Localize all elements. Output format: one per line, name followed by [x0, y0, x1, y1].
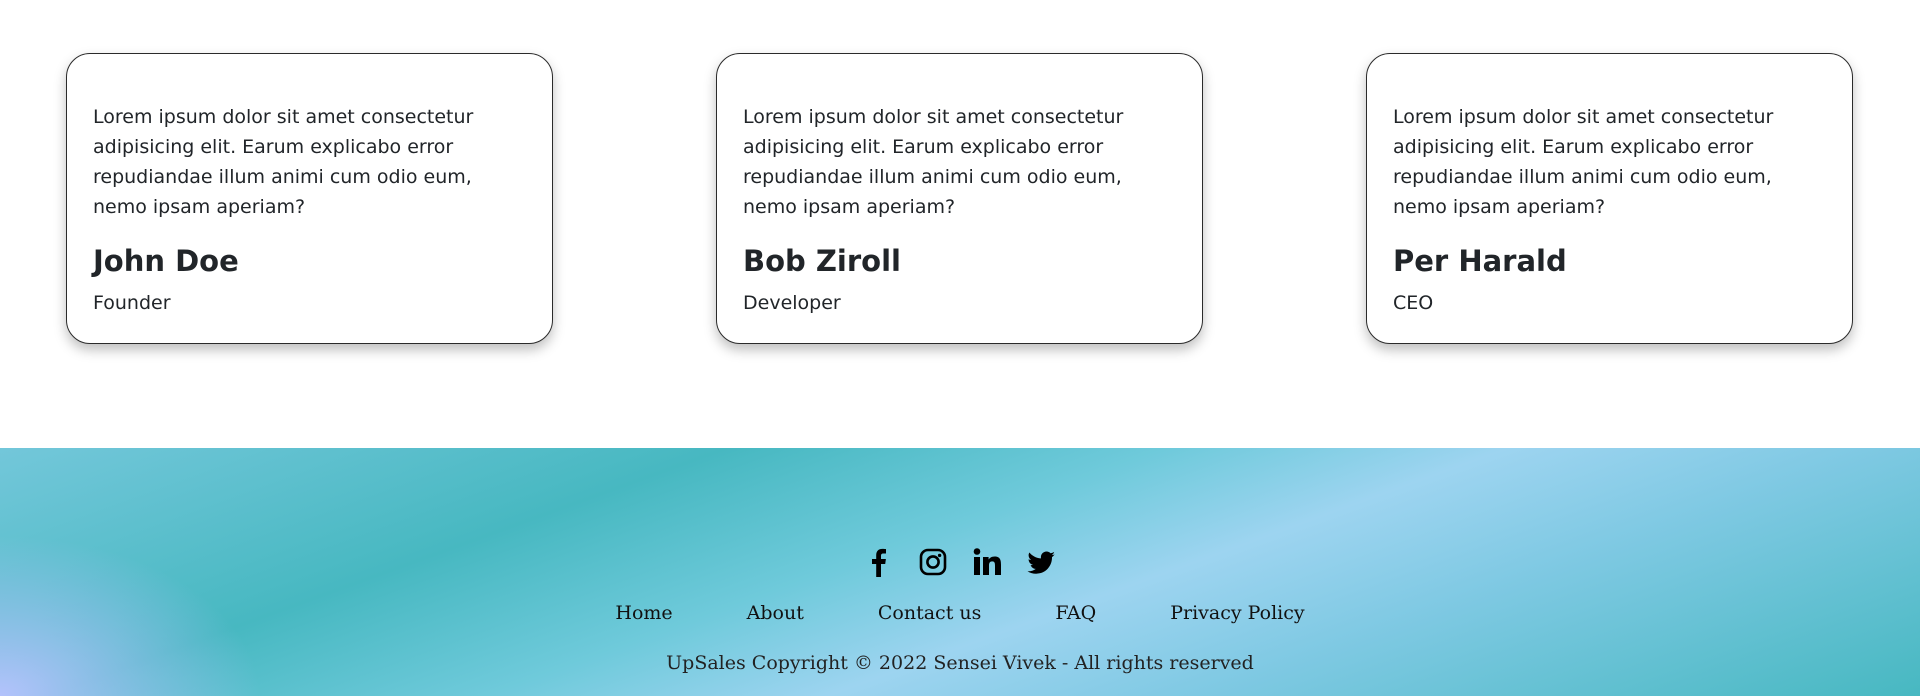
testimonial-card: Lorem ipsum dolor sit amet consectetur a…: [1366, 53, 1853, 344]
testimonial-role: Founder: [93, 292, 171, 314]
testimonial-card: Lorem ipsum dolor sit amet consectetur a…: [66, 53, 553, 344]
footer-link-home[interactable]: Home: [615, 602, 672, 624]
testimonial-name: John Doe: [93, 244, 239, 278]
testimonial-name: Per Harald: [1393, 244, 1567, 278]
site-footer: Home About Contact us FAQ Privacy Policy…: [0, 448, 1920, 696]
testimonial-quote: Lorem ipsum dolor sit amet consectetur a…: [743, 106, 1124, 218]
footer-link-about[interactable]: About: [747, 602, 804, 624]
facebook-icon[interactable]: [863, 546, 895, 578]
testimonial-name: Bob Ziroll: [743, 244, 901, 278]
testimonial-quote: Lorem ipsum dolor sit amet consectetur a…: [93, 106, 474, 218]
footer-link-contact[interactable]: Contact us: [878, 602, 981, 624]
instagram-icon[interactable]: [917, 546, 949, 578]
footer-nav: Home About Contact us FAQ Privacy Policy: [0, 602, 1920, 624]
copyright-text: UpSales Copyright © 2022 Sensei Vivek - …: [666, 652, 1254, 674]
linkedin-icon[interactable]: [971, 546, 1003, 578]
testimonial-role: CEO: [1393, 292, 1434, 314]
social-links: [0, 546, 1920, 578]
twitter-icon[interactable]: [1025, 546, 1057, 578]
testimonial-quote: Lorem ipsum dolor sit amet consectetur a…: [1393, 106, 1774, 218]
footer-link-faq[interactable]: FAQ: [1055, 602, 1096, 624]
footer-link-privacy[interactable]: Privacy Policy: [1170, 602, 1304, 624]
testimonials-section: Lorem ipsum dolor sit amet consectetur a…: [0, 0, 1920, 448]
testimonial-role: Developer: [743, 292, 841, 314]
testimonial-card: Lorem ipsum dolor sit amet consectetur a…: [716, 53, 1203, 344]
